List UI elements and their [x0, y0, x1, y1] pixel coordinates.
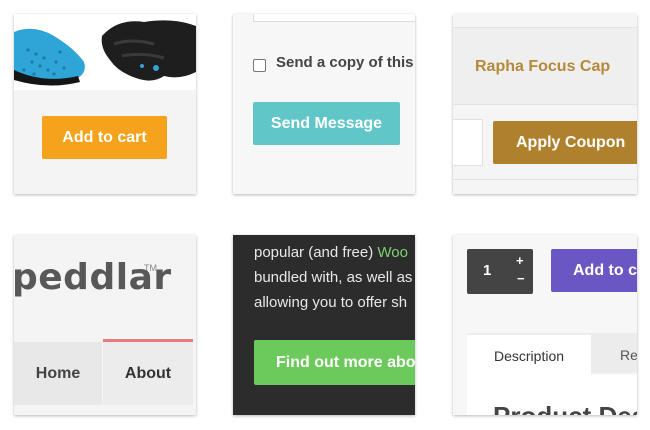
cart-coupon-card: Rapha Focus Cap Apply Coupon: [453, 14, 637, 194]
product-description-heading: Product Des: [493, 401, 637, 415]
find-out-more-button[interactable]: Find out more abou: [254, 340, 415, 385]
promo-text-line-1: popular (and free) Woo: [254, 244, 408, 261]
quantity-stepper[interactable]: 1 + −: [467, 249, 533, 294]
trademark-mark: TM: [144, 263, 157, 273]
cycling-glove-icon[interactable]: [14, 14, 196, 90]
quantity-value[interactable]: 1: [483, 262, 491, 279]
coupon-code-input[interactable]: [453, 119, 483, 166]
send-copy-label: Send a copy of this e: [276, 54, 415, 71]
product-card-glove: Add to cart: [14, 14, 196, 194]
product-name-link[interactable]: Rapha Focus Cap: [475, 58, 610, 76]
apply-coupon-button[interactable]: Apply Coupon: [493, 121, 637, 164]
nav-item-home[interactable]: Home: [14, 342, 102, 405]
add-to-cart-button[interactable]: Add to cart: [42, 116, 167, 159]
woo-promo-card: popular (and free) Woo bundled with, as …: [233, 235, 415, 415]
add-to-cart-button[interactable]: Add to ca: [551, 249, 637, 292]
message-field[interactable]: [253, 14, 415, 22]
contact-form-card: Send a copy of this e Send Message: [233, 14, 415, 194]
product-detail-card: 1 + − Add to ca Description Re Product D…: [453, 235, 637, 415]
promo-text-line-2: bundled with, as well as: [254, 269, 413, 286]
increment-icon[interactable]: +: [516, 253, 524, 268]
tab-description[interactable]: Description: [467, 335, 591, 377]
send-message-button[interactable]: Send Message: [253, 102, 400, 145]
promo-text-line-3: allowing you to offer sh: [254, 294, 408, 311]
nav-item-about[interactable]: About: [103, 339, 193, 405]
divider: [453, 179, 637, 180]
decrement-icon[interactable]: −: [517, 271, 525, 286]
peddlar-theme-card: peddlar TM Home About: [14, 235, 196, 415]
tab-reviews[interactable]: Re: [620, 347, 637, 363]
send-copy-checkbox[interactable]: [253, 59, 266, 72]
woo-link[interactable]: Woo: [377, 244, 408, 261]
